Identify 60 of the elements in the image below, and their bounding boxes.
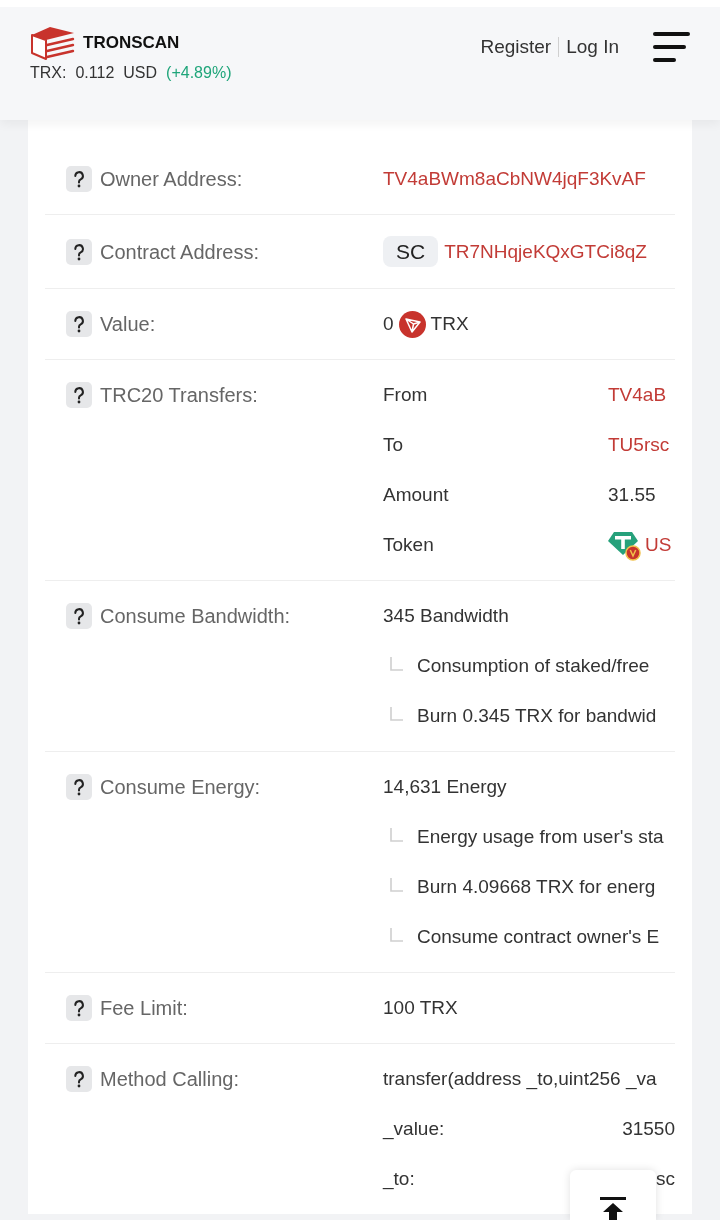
transfer-value: 31.55 — [608, 483, 656, 507]
field-label: Consume Energy: — [100, 775, 261, 800]
branch-icon — [390, 928, 403, 942]
transfer-key: From — [383, 384, 428, 405]
param-value: sc — [656, 1167, 675, 1191]
help-icon[interactable] — [66, 166, 92, 192]
resource-total: 14,631 Energy — [383, 775, 507, 799]
field-label: Method Calling: — [100, 1067, 239, 1092]
field-value: 100 TRX — [383, 997, 458, 1018]
field-label: TRC20 Transfers: — [100, 383, 258, 408]
param-name: _to: — [383, 1168, 415, 1189]
branch-icon — [390, 657, 403, 671]
resource-detail: Consume contract owner's E — [417, 925, 660, 949]
scroll-top-button[interactable] — [570, 1170, 656, 1220]
field-label: Value: — [100, 312, 156, 337]
price-change: (+4.89%) — [166, 63, 232, 83]
branch-icon — [390, 707, 403, 721]
help-icon[interactable] — [66, 311, 92, 337]
resource-detail: Consumption of staked/free — [417, 654, 650, 678]
transfer-key: Amount — [383, 484, 449, 505]
resource-detail: Energy usage from user's sta — [417, 825, 664, 849]
help-icon[interactable] — [66, 995, 92, 1021]
brand-name: TRONSCAN — [83, 32, 180, 55]
resource-total: 345 Bandwidth — [383, 604, 509, 628]
branch-icon — [390, 878, 403, 892]
address-link[interactable]: TV4aB — [608, 381, 667, 409]
branch-icon — [390, 828, 403, 842]
param-name: _value: — [383, 1118, 445, 1139]
transfer-key: To — [383, 434, 404, 455]
contract-tag: SC — [383, 236, 439, 267]
help-icon[interactable] — [66, 382, 92, 408]
scroll-top-icon — [600, 1197, 626, 1220]
cube-logo-icon[interactable] — [30, 25, 75, 61]
address-link[interactable]: TV4aBWm8aCbNW4jqF3KvAF — [383, 168, 646, 189]
price-currency: USD — [123, 63, 158, 83]
method-signature: transfer(address _to,uint256 _va — [383, 1067, 657, 1092]
field-label: Contract Address: — [100, 239, 259, 265]
field-label: Owner Address: — [100, 167, 243, 192]
menu-icon[interactable] — [653, 32, 690, 62]
token-link[interactable]: US — [645, 531, 672, 559]
token-icon — [608, 529, 642, 561]
resource-detail: Burn 4.09668 TRX for energ — [417, 875, 656, 899]
param-value: 31550 — [622, 1117, 675, 1141]
address-link[interactable]: TR7NHqjeKQxGTCi8qZ — [444, 237, 647, 266]
help-icon[interactable] — [66, 603, 92, 629]
field-label: Consume Bandwidth: — [100, 604, 291, 629]
help-icon[interactable] — [66, 1066, 92, 1092]
resource-detail: Burn 0.345 TRX for bandwid — [417, 704, 657, 728]
transfer-key: Token — [383, 534, 434, 555]
price-value: 0.112 — [75, 63, 115, 83]
help-icon[interactable] — [66, 774, 92, 800]
address-link[interactable]: TU5rsc — [608, 431, 670, 459]
help-icon[interactable] — [66, 238, 92, 265]
unit-label: TRX — [430, 312, 469, 336]
field-label: Fee Limit: — [100, 996, 188, 1021]
nav-link[interactable]: Log In — [566, 35, 619, 59]
amount-value: 0 — [383, 312, 394, 336]
nav-link[interactable]: Register — [480, 35, 552, 59]
coin-icon — [398, 310, 426, 338]
price-label: TRX: — [30, 63, 67, 83]
